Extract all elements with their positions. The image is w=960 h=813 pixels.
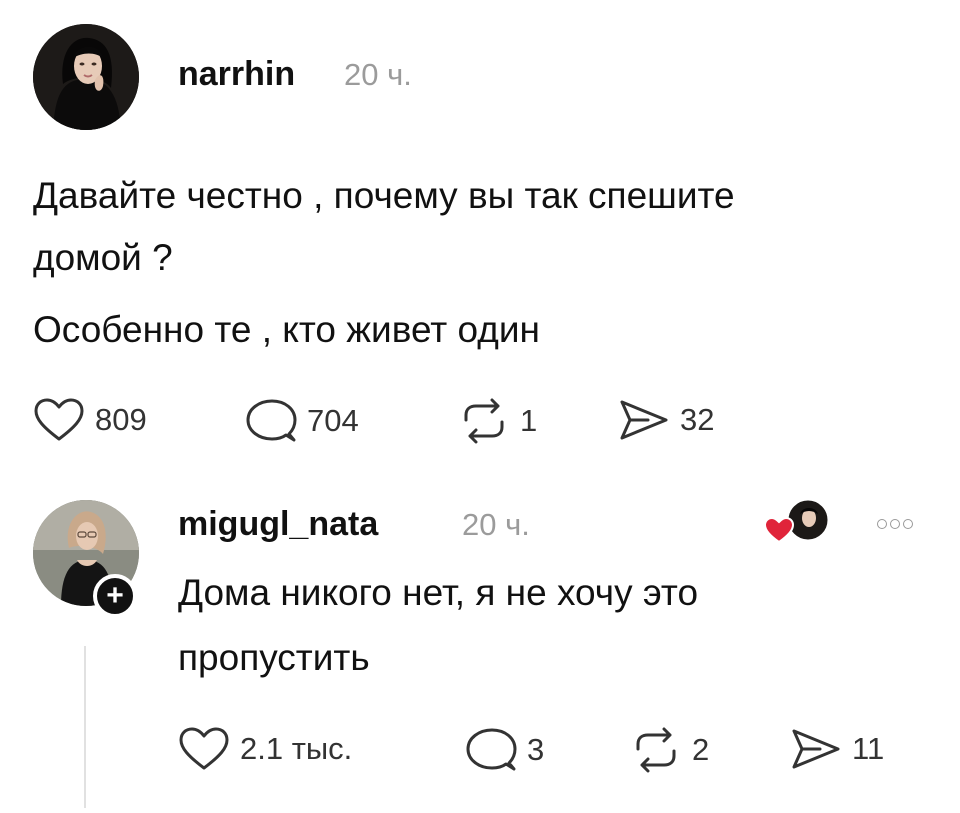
reply-like-count: 2.1 тыс. bbox=[240, 731, 353, 766]
heart-icon bbox=[34, 398, 84, 441]
reply-repost-count: 2 bbox=[692, 732, 710, 767]
plus-icon: + bbox=[106, 579, 124, 612]
reply-repost-button[interactable]: 2 bbox=[630, 727, 709, 773]
reply-comment-button[interactable]: 3 bbox=[465, 727, 544, 773]
more-options-button[interactable] bbox=[877, 516, 916, 534]
creator-liked-heart-icon bbox=[763, 497, 834, 548]
post-like-button[interactable]: 809 bbox=[33, 398, 147, 442]
post-share-button[interactable]: 32 bbox=[618, 398, 714, 442]
repost-icon bbox=[636, 727, 676, 773]
post-repost-count: 1 bbox=[520, 403, 538, 438]
follow-button[interactable]: + bbox=[93, 574, 137, 618]
post-text-line-2: домой ? bbox=[33, 237, 173, 278]
send-icon bbox=[620, 400, 668, 440]
post-like-count: 809 bbox=[95, 402, 147, 437]
repost-icon bbox=[464, 398, 504, 444]
reply-timestamp: 20 ч. bbox=[462, 507, 530, 542]
heart-icon bbox=[179, 727, 229, 770]
comment-bubble-icon bbox=[466, 728, 517, 771]
post-author-name[interactable]: narrhin bbox=[178, 55, 295, 94]
reply-text-line-2: пропустить bbox=[178, 637, 370, 678]
reply-author-name[interactable]: migugl_nata bbox=[178, 505, 378, 544]
profile-photo bbox=[33, 24, 139, 130]
post-share-count: 32 bbox=[680, 402, 715, 437]
reply-comment-count: 3 bbox=[527, 732, 545, 767]
reply-share-button[interactable]: 11 bbox=[790, 727, 884, 771]
post-repost-button[interactable]: 1 bbox=[458, 398, 537, 444]
send-icon bbox=[792, 729, 840, 769]
post-comment-button[interactable]: 704 bbox=[245, 398, 359, 444]
more-dots-icon bbox=[877, 516, 916, 533]
reply-share-count: 11 bbox=[852, 731, 885, 766]
comment-bubble-icon bbox=[246, 399, 297, 442]
post-comment-count: 704 bbox=[307, 403, 359, 438]
avatar[interactable] bbox=[33, 24, 139, 130]
thread-line bbox=[84, 646, 86, 808]
post-text-line-1: Давайте честно , почему вы так спешите bbox=[33, 175, 735, 216]
reply-like-button[interactable]: 2.1 тыс. bbox=[178, 727, 352, 771]
post-text-line-3: Особенно те , кто живет один bbox=[33, 309, 540, 350]
reply-text-line-1: Дома никого нет, я не хочу это bbox=[178, 572, 699, 613]
post-timestamp: 20 ч. bbox=[344, 57, 412, 92]
